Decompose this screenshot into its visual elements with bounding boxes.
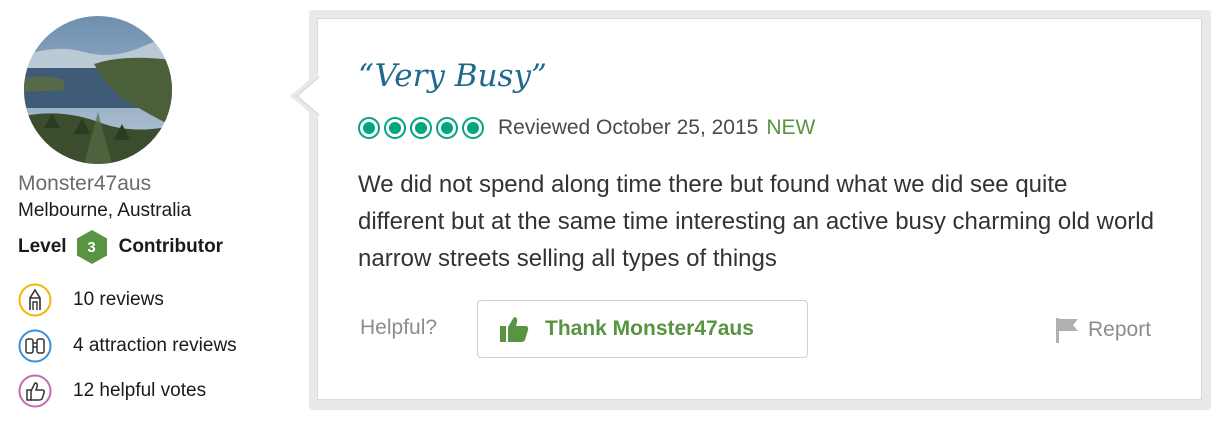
- bubble-rating: [358, 117, 488, 139]
- stat-helpful-votes[interactable]: 12 helpful votes: [18, 374, 206, 408]
- stat-reviews-text: 10 reviews: [73, 289, 164, 310]
- stat-attraction-reviews[interactable]: 4 attraction reviews: [18, 329, 237, 363]
- stat-helpful-votes-text: 12 helpful votes: [73, 380, 207, 401]
- rating-bubble-icon: [436, 117, 458, 139]
- stat-attraction-reviews-text: 4 attraction reviews: [73, 335, 237, 356]
- stat-reviews[interactable]: 10 reviews: [18, 283, 164, 317]
- member-username[interactable]: Monster47aus: [18, 172, 151, 196]
- rating-bubble-icon: [384, 117, 406, 139]
- thank-button[interactable]: Thank Monster47aus: [477, 300, 808, 358]
- binoculars-icon: [18, 329, 52, 363]
- rating-bubble-icon: [410, 117, 432, 139]
- new-badge: NEW: [766, 116, 816, 139]
- pencil-icon: [18, 283, 52, 317]
- flag-icon: [1056, 318, 1078, 343]
- review-body: We did not spend along time there but fo…: [358, 171, 1154, 272]
- rating-bubble-icon: [358, 117, 380, 139]
- level-suffix: Contributor: [118, 236, 224, 257]
- rating-bubble-icon: [462, 117, 484, 139]
- review-date: Reviewed October 25, 2015: [498, 116, 759, 139]
- level-prefix: Level: [18, 236, 67, 257]
- helpful-label: Helpful?: [360, 316, 438, 339]
- report-label: Report: [1088, 318, 1152, 341]
- level-number: 3: [87, 238, 96, 256]
- avatar[interactable]: [24, 16, 172, 164]
- thumbs-up-icon: [500, 317, 529, 342]
- report-link[interactable]: Report: [1054, 314, 1151, 346]
- thumbs-up-icon: [18, 374, 52, 408]
- speech-pointer: [290, 72, 320, 120]
- contributor-level: Level 3 Contributor: [18, 230, 223, 264]
- thank-button-label: Thank Monster47aus: [545, 317, 754, 340]
- review-meta: Reviewed October 25, 2015 NEW: [358, 113, 815, 143]
- member-location: Melbourne, Australia: [18, 200, 192, 221]
- review-title[interactable]: “Very Busy”: [358, 58, 547, 94]
- level-badge: 3: [75, 229, 109, 265]
